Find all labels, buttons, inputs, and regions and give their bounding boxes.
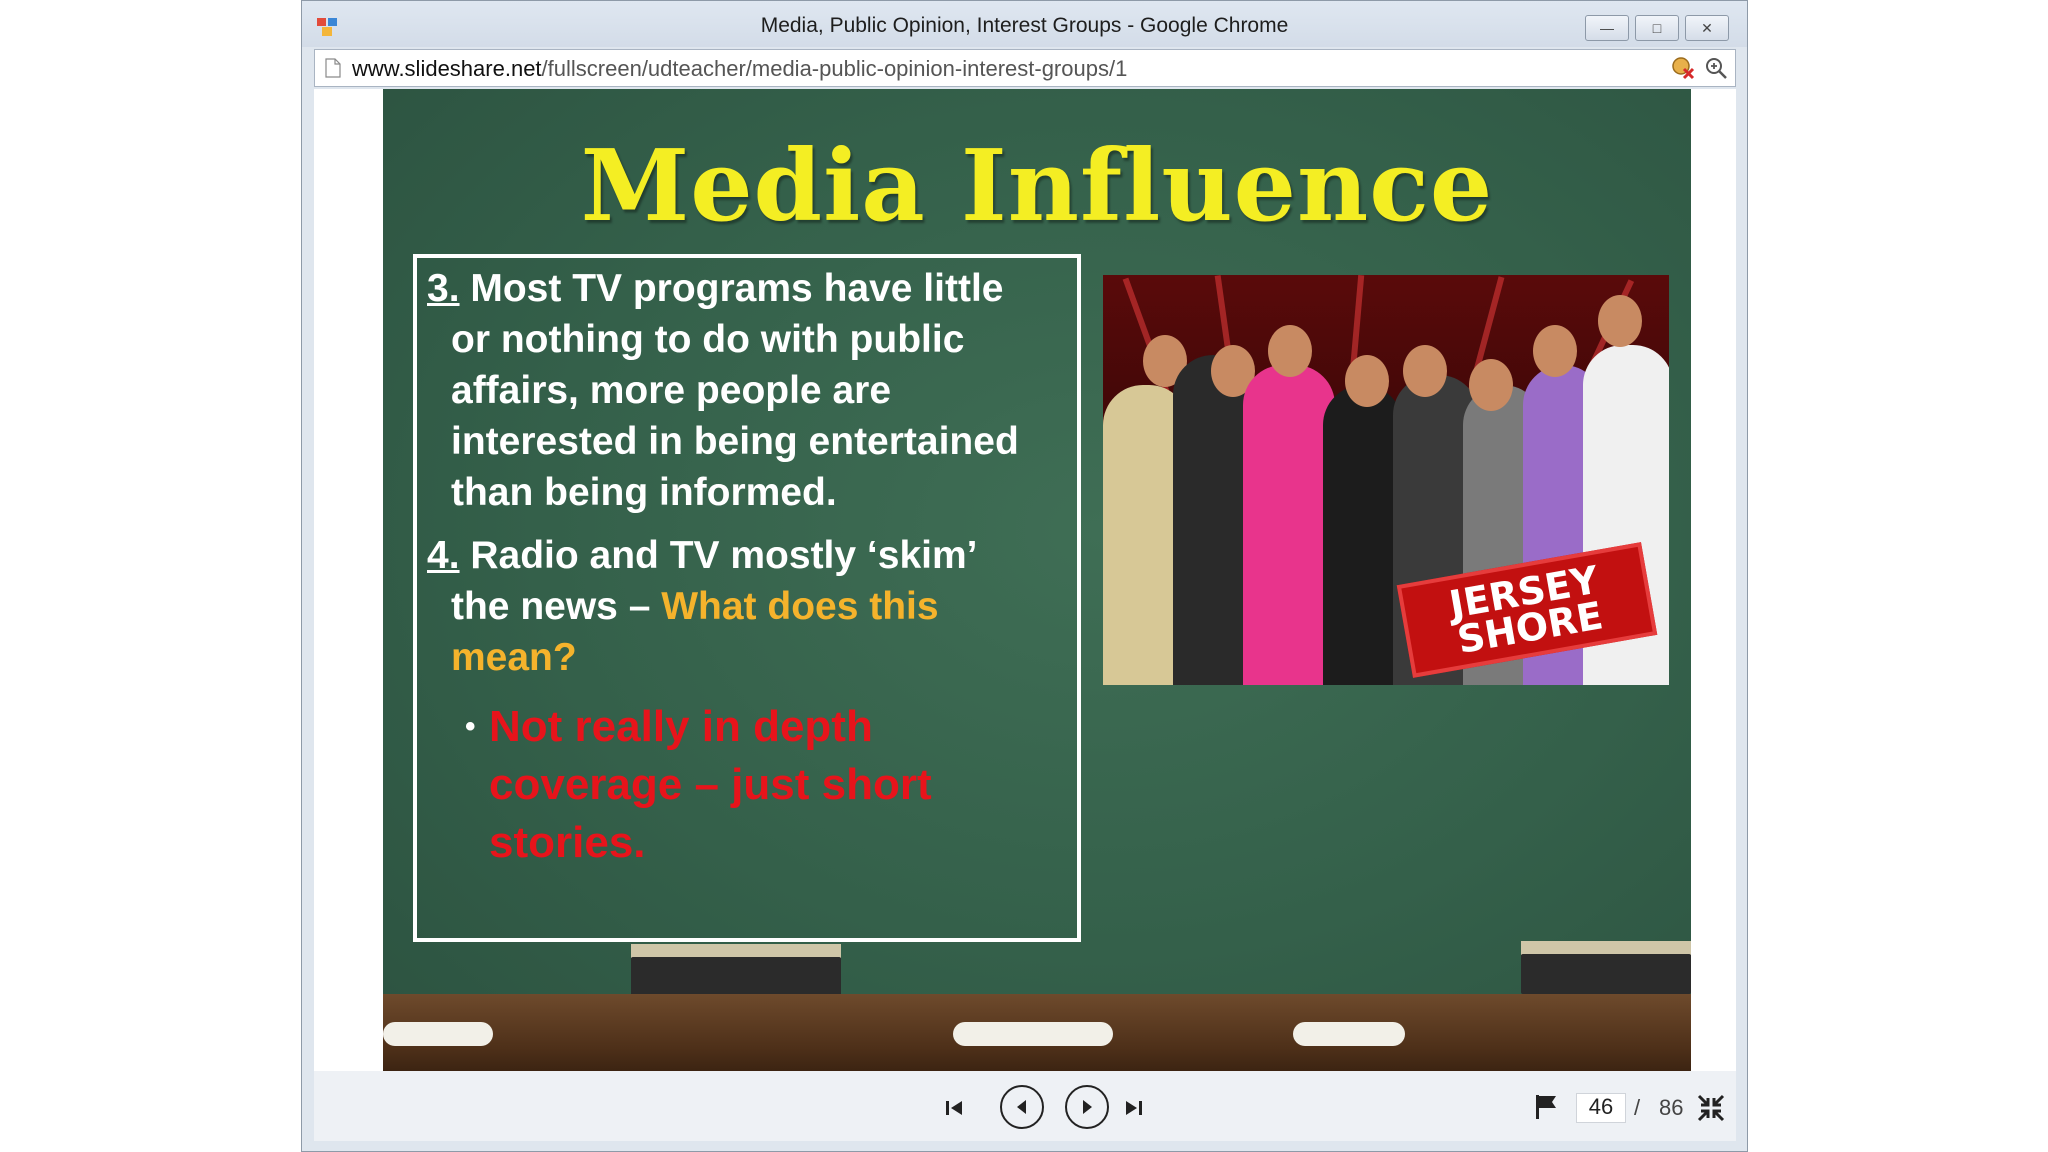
player-controls: 46 / 86 — [314, 1071, 1736, 1141]
person-head — [1345, 355, 1389, 407]
restore-button[interactable]: □ — [1635, 15, 1679, 41]
person-head — [1268, 325, 1312, 377]
person — [1323, 385, 1403, 685]
point-3: 3. Most TV programs have little or nothi… — [427, 263, 1067, 518]
chalk-stick — [953, 1022, 1113, 1046]
collapse-icon — [1697, 1094, 1725, 1122]
page-viewport: Media Influence 3. Most TV programs have… — [314, 89, 1736, 1141]
page-separator: / — [1634, 1095, 1641, 1120]
slide[interactable]: Media Influence 3. Most TV programs have… — [383, 89, 1691, 1071]
chalk-stick — [1293, 1022, 1405, 1046]
url-path: /fullscreen/udteacher/media-public-opini… — [541, 56, 1128, 81]
skip-first-icon — [946, 1101, 962, 1115]
point-4-number: 4. — [427, 534, 460, 577]
restore-icon: □ — [1652, 20, 1662, 36]
zoom-icon[interactable] — [1704, 56, 1728, 80]
previous-icon — [1017, 1100, 1026, 1114]
first-slide-button[interactable] — [942, 1093, 966, 1123]
minimize-button[interactable]: — — [1585, 15, 1629, 41]
eraser-top — [631, 944, 841, 958]
point-4-first-line: Radio and TV mostly ‘skim’ — [459, 534, 978, 577]
slide-text-box: 3. Most TV programs have little or nothi… — [413, 254, 1081, 942]
last-slide-button[interactable] — [1122, 1093, 1146, 1123]
bullet-dot-icon: • — [465, 710, 476, 743]
flag-icon — [1536, 1095, 1556, 1119]
url-host: www.slideshare.net — [352, 56, 542, 81]
title-bar: Media, Public Opinion, Interest Groups -… — [302, 1, 1747, 47]
eraser-top — [1521, 941, 1691, 955]
previous-slide-button[interactable] — [1000, 1085, 1044, 1129]
point-4-text: the news – — [451, 585, 662, 628]
person-head — [1598, 295, 1642, 347]
slide-title: Media Influence — [580, 129, 1494, 244]
person-head — [1533, 325, 1577, 377]
flag-button[interactable] — [1532, 1091, 1562, 1123]
sub-bullet: • Not really in depth coverage – just sh… — [465, 698, 1009, 872]
page-icon — [325, 58, 341, 78]
skip-last-icon — [1126, 1101, 1142, 1115]
point-3-continuation: or nothing to do with public affairs, mo… — [451, 318, 1019, 514]
eraser — [631, 957, 841, 997]
sub-bullet-text: Not really in depth coverage – just shor… — [489, 702, 932, 867]
close-icon: ✕ — [1701, 19, 1713, 36]
page-number-input[interactable]: 46 — [1576, 1093, 1626, 1123]
point-4-continuation: the news – What does this mean? — [427, 581, 1067, 683]
page-total: 86 — [1659, 1095, 1684, 1120]
address-bar[interactable]: www.slideshare.net/fullscreen/udteacher/… — [314, 49, 1736, 87]
blocked-popup-icon[interactable] — [1671, 56, 1695, 80]
close-button[interactable]: ✕ — [1685, 15, 1729, 41]
jersey-shore-photo: JERSEY SHORE — [1103, 275, 1669, 685]
browser-window: Media, Public Opinion, Interest Groups -… — [301, 0, 1748, 1152]
next-icon — [1083, 1100, 1092, 1114]
next-slide-button[interactable] — [1065, 1085, 1109, 1129]
url-text[interactable]: www.slideshare.net/fullscreen/udteacher/… — [352, 56, 1127, 82]
chalk-stick — [383, 1022, 493, 1046]
point-3-first-line: Most TV programs have little — [459, 267, 1004, 310]
point-4: 4. Radio and TV mostly ‘skim’ the news –… — [427, 530, 1067, 683]
eraser — [1521, 954, 1691, 994]
exit-fullscreen-button[interactable] — [1694, 1091, 1728, 1125]
person — [1243, 365, 1335, 685]
person-head — [1403, 345, 1447, 397]
person — [1173, 355, 1253, 685]
window-title: Media, Public Opinion, Interest Groups -… — [760, 14, 1289, 37]
minimize-icon: — — [1600, 20, 1614, 36]
person-head — [1469, 359, 1513, 411]
point-3-number: 3. — [427, 267, 460, 310]
